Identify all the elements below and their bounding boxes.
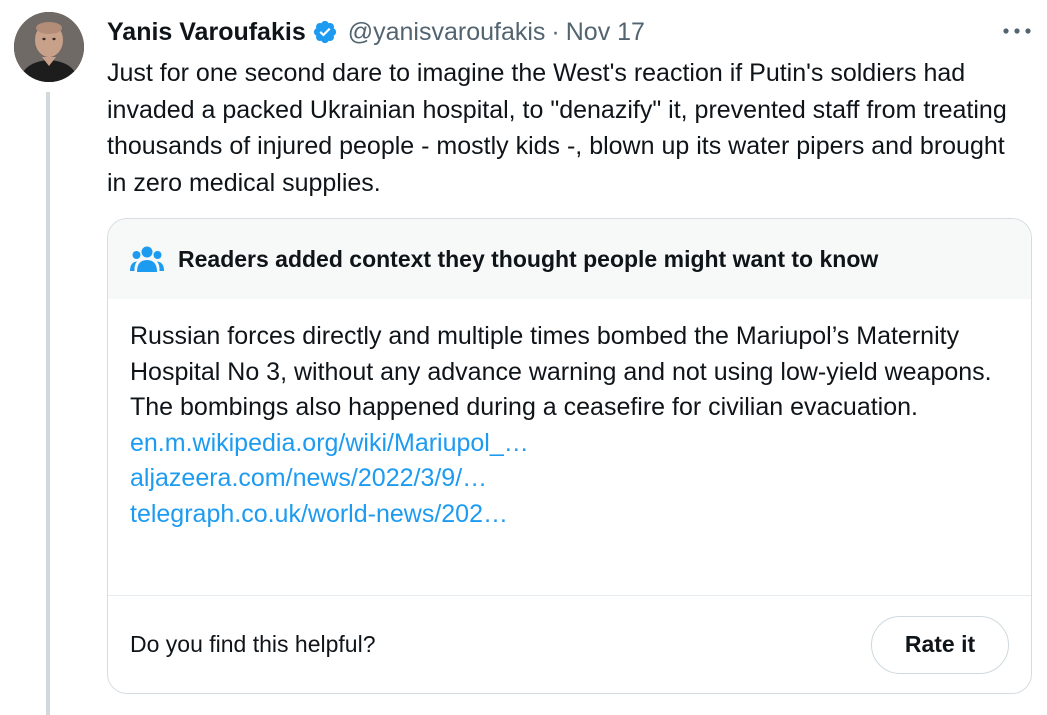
helpful-prompt: Do you find this helpful? [130, 631, 376, 657]
community-note-text: Russian forces directly and multiple tim… [130, 322, 992, 421]
source-link-aljazeera[interactable]: aljazeera.com/news/2022/3/9/… [130, 461, 1009, 497]
rate-it-button[interactable]: Rate it [871, 615, 1009, 674]
verified-badge-icon [312, 19, 338, 45]
tweet-text: Just for one second dare to imagine the … [107, 59, 1007, 197]
source-link-telegraph[interactable]: telegraph.co.uk/world-news/202… [130, 497, 1009, 533]
separator-dot: · [551, 18, 560, 46]
more-icon[interactable] [1000, 18, 1034, 44]
community-note: Readers added context they thought peopl… [107, 218, 1032, 694]
author-handle[interactable]: @yanisvaroufakis [348, 14, 546, 50]
community-note-title: Readers added context they thought peopl… [178, 245, 879, 272]
avatar[interactable] [14, 12, 84, 82]
community-note-body: Russian forces directly and multiple tim… [108, 299, 1031, 595]
people-icon [130, 244, 164, 274]
thread-line [46, 92, 50, 715]
tweet-header: Yanis Varoufakis @yanisvaroufakis · Nov … [107, 14, 645, 50]
author-name[interactable]: Yanis Varoufakis [107, 14, 306, 50]
avatar-image [14, 12, 84, 82]
community-note-footer: Do you find this helpful? Rate it [108, 595, 1031, 693]
source-link-wikipedia[interactable]: en.m.wikipedia.org/wiki/Mariupol_… [130, 426, 1009, 462]
community-note-header: Readers added context they thought peopl… [108, 219, 1031, 299]
tweet-date[interactable]: Nov 17 [566, 14, 645, 50]
